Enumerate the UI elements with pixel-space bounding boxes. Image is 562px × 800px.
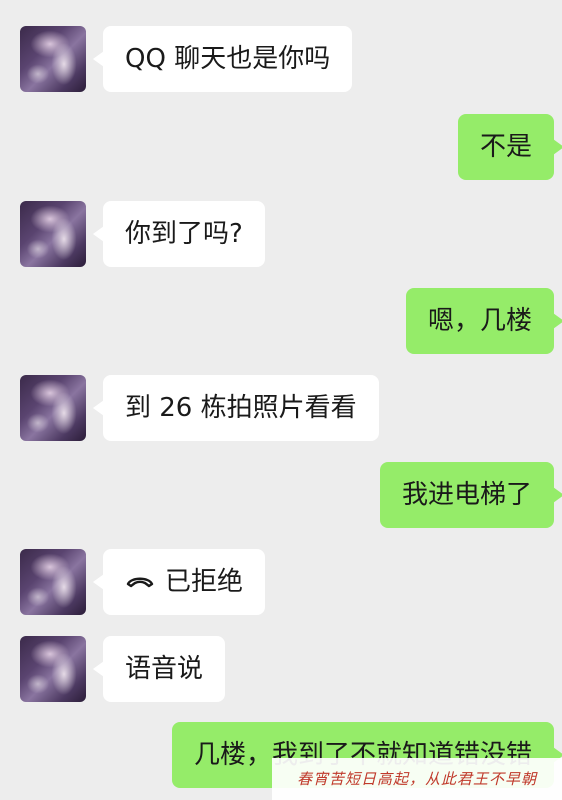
message-row-incoming: 到 26 栋拍照片看看 bbox=[0, 375, 562, 441]
message-row-outgoing: 不是 bbox=[0, 114, 562, 180]
chat-message-list[interactable]: QQ 聊天也是你吗 不是 你到了吗? 嗯，几楼 到 26 栋拍照片看看 我进电梯… bbox=[0, 0, 562, 800]
message-row-outgoing: 嗯，几楼 bbox=[0, 288, 562, 354]
contact-avatar[interactable] bbox=[20, 201, 86, 267]
contact-avatar[interactable] bbox=[20, 636, 86, 702]
message-row-outgoing: 我进电梯了 bbox=[0, 462, 562, 528]
contact-avatar[interactable] bbox=[20, 26, 86, 92]
message-bubble-incoming[interactable]: 到 26 栋拍照片看看 bbox=[93, 375, 379, 441]
message-bubble-outgoing[interactable]: 不是 bbox=[457, 114, 562, 180]
message-bubble-outgoing[interactable]: 嗯，几楼 bbox=[405, 288, 562, 354]
phone-hangup-icon bbox=[125, 548, 155, 614]
message-bubble-incoming[interactable]: QQ 聊天也是你吗 bbox=[92, 26, 353, 92]
message-row-incoming: 你到了吗? bbox=[0, 201, 562, 267]
message-row-incoming: 语音说 bbox=[0, 636, 562, 702]
message-bubble-incoming[interactable]: 语音说 bbox=[92, 636, 226, 702]
contact-avatar[interactable] bbox=[20, 375, 86, 441]
message-bubble-outgoing[interactable]: 我进电梯了 bbox=[379, 462, 562, 528]
call-record-bubble[interactable]: 已拒绝 bbox=[92, 548, 266, 615]
contact-avatar[interactable] bbox=[20, 549, 86, 615]
message-row-incoming: QQ 聊天也是你吗 bbox=[0, 26, 562, 92]
message-row-incoming: 已拒绝 bbox=[0, 549, 562, 615]
message-bubble-incoming[interactable]: 你到了吗? bbox=[93, 201, 265, 267]
call-status-text: 已拒绝 bbox=[165, 567, 244, 597]
watermark-caption: 春宵苦短日高起，从此君王不早朝 bbox=[272, 758, 562, 800]
